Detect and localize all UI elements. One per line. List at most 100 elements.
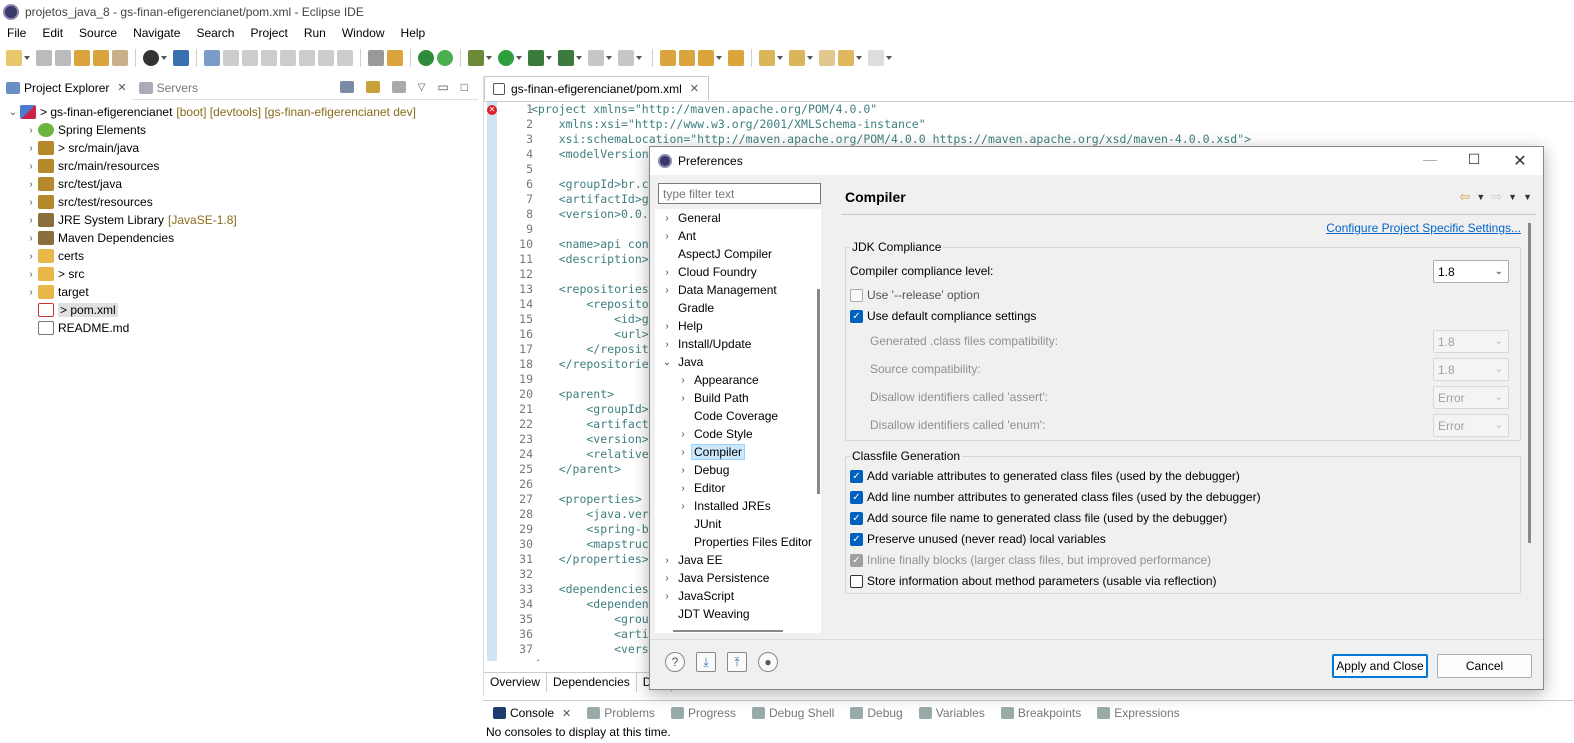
step-into-icon[interactable] <box>299 50 315 66</box>
open-type-icon[interactable] <box>74 50 90 66</box>
tab-overview[interactable]: Overview <box>484 673 548 692</box>
filter-input[interactable] <box>658 183 821 204</box>
chevron-right-icon[interactable]: › <box>24 125 38 136</box>
classfile-option-row[interactable]: ✓ Add source file name to generated class… <box>850 511 1227 525</box>
classfile-option-checkbox[interactable]: ✓ <box>850 511 863 525</box>
chevron-right-icon[interactable]: › <box>659 285 675 296</box>
chevron-right-icon[interactable]: › <box>675 465 691 476</box>
chevron-down-icon[interactable]: ⌄ <box>659 357 675 368</box>
oomph-icon[interactable]: ● <box>758 652 778 672</box>
tab-dependencies[interactable]: Dependencies <box>547 673 637 692</box>
pref-tree-item[interactable]: Properties Files Editor <box>655 533 821 551</box>
menu-search[interactable]: Search <box>188 26 242 40</box>
close-icon[interactable]: ✕ <box>690 82 699 95</box>
pref-tree-item[interactable]: AspectJ Compiler <box>655 245 821 263</box>
chevron-right-icon[interactable]: › <box>659 339 675 350</box>
chevron-right-icon[interactable]: › <box>659 213 675 224</box>
tree-item[interactable]: > pom.xml <box>0 301 478 319</box>
classfile-option-row[interactable]: ✓ Add line number attributes to generated… <box>850 490 1261 504</box>
chevron-right-icon[interactable]: › <box>24 179 38 190</box>
profile-icon[interactable] <box>143 50 159 66</box>
export-icon[interactable]: ⤒ <box>727 652 747 672</box>
coverage-icon[interactable] <box>528 50 544 66</box>
suspend-icon[interactable] <box>242 50 258 66</box>
tree-item[interactable]: › target <box>0 283 478 301</box>
help-icon[interactable]: ? <box>665 652 685 672</box>
chevron-right-icon[interactable]: › <box>675 447 691 458</box>
chevron-right-icon[interactable]: › <box>659 321 675 332</box>
resume-icon[interactable] <box>223 50 239 66</box>
view-menu-icon[interactable]: ▼ <box>1523 192 1532 205</box>
release-option-row[interactable]: Use '--release' option <box>850 288 980 302</box>
previous-annotation-icon[interactable] <box>789 50 805 66</box>
new-icon[interactable] <box>6 50 22 66</box>
default-settings-row[interactable]: ✓ Use default compliance settings <box>850 309 1036 323</box>
menu-navigate[interactable]: Navigate <box>125 26 188 40</box>
forward-icon[interactable] <box>868 50 884 66</box>
external-tools-icon[interactable] <box>558 50 574 66</box>
menu-file[interactable]: File <box>0 26 34 40</box>
minimize-icon[interactable]: — <box>1415 151 1445 167</box>
pref-tree-item[interactable]: › Installed JREs <box>655 497 821 515</box>
tree-item[interactable]: › src/test/resources <box>0 193 478 211</box>
link-editor-icon[interactable] <box>365 81 380 93</box>
chevron-right-icon[interactable]: › <box>24 269 38 280</box>
tree-horizontal-scrollbar[interactable] <box>673 630 783 632</box>
run-icon[interactable] <box>498 50 514 66</box>
back-icon[interactable]: ⇦ <box>1459 189 1470 205</box>
pref-tree-item[interactable]: › Cloud Foundry <box>655 263 821 281</box>
close-icon[interactable]: ✕ <box>562 707 571 720</box>
compliance-level-select[interactable]: 1.8 ⌄ <box>1433 260 1509 283</box>
chevron-right-icon[interactable]: › <box>24 287 38 298</box>
back-icon[interactable] <box>838 50 854 66</box>
chevron-right-icon[interactable]: › <box>675 483 691 494</box>
source-compat-select[interactable]: 1.8 ⌄ <box>1433 358 1509 381</box>
chevron-right-icon[interactable]: › <box>24 251 38 262</box>
pref-tree-item[interactable]: › Build Path <box>655 389 821 407</box>
chevron-right-icon[interactable]: › <box>24 197 38 208</box>
refresh-icon[interactable] <box>437 50 453 66</box>
pref-tree-item[interactable]: › Appearance <box>655 371 821 389</box>
scroll-left-icon[interactable] <box>534 659 539 661</box>
menu-run[interactable]: Run <box>296 26 334 40</box>
chevron-down-icon[interactable]: ⌄ <box>6 107 20 118</box>
apply-and-close-button[interactable]: Apply and Close <box>1332 654 1428 678</box>
chevron-right-icon[interactable]: › <box>24 215 38 226</box>
chevron-right-icon[interactable]: › <box>659 591 675 602</box>
tree-vertical-scrollbar[interactable] <box>817 289 820 494</box>
configure-project-specific-link[interactable]: Configure Project Specific Settings... <box>1326 221 1521 235</box>
editor-tab-pom[interactable]: gs-finan-efigerencianet/pom.xml ✕ <box>484 76 709 100</box>
minimize-icon[interactable]: ▭ <box>437 80 448 94</box>
collapse-all-icon[interactable] <box>339 81 354 93</box>
tree-item[interactable]: › Maven Dependencies <box>0 229 478 247</box>
pref-tree-item[interactable]: › Code Style <box>655 425 821 443</box>
step-return-icon[interactable] <box>337 50 353 66</box>
step-over-icon[interactable] <box>318 50 334 66</box>
chevron-right-icon[interactable]: › <box>675 393 691 404</box>
pref-tree-item[interactable]: › Java Persistence <box>655 569 821 587</box>
default-settings-checkbox[interactable]: ✓ <box>850 309 863 323</box>
generated-compat-select[interactable]: 1.8 ⌄ <box>1433 330 1509 353</box>
chevron-right-icon[interactable]: › <box>24 161 38 172</box>
pref-tree-item[interactable]: › JavaScript <box>655 587 821 605</box>
tree-item[interactable]: › Spring Elements <box>0 121 478 139</box>
back-menu-icon[interactable]: ▼ <box>1476 192 1485 205</box>
forward-icon[interactable]: ⇨ <box>1491 189 1502 205</box>
pref-tree-item[interactable]: Gradle <box>655 299 821 317</box>
tab-variables[interactable]: Variables <box>913 706 991 720</box>
skip-breakpoints-icon[interactable] <box>204 50 220 66</box>
tab-expressions[interactable]: Expressions <box>1091 706 1185 720</box>
tab-problems[interactable]: Problems <box>581 706 661 720</box>
cancel-button[interactable]: Cancel <box>1437 654 1532 678</box>
chevron-right-icon[interactable]: › <box>675 429 691 440</box>
chevron-right-icon[interactable]: › <box>659 573 675 584</box>
tab-project-explorer[interactable]: Project Explorer ✕ <box>0 75 133 100</box>
pref-tree-item[interactable]: › Compiler <box>655 443 821 461</box>
tab-console[interactable]: Console ✕ <box>487 706 577 720</box>
next-annotation-icon[interactable] <box>759 50 775 66</box>
tree-item[interactable]: README.md <box>0 319 478 337</box>
enum-select[interactable]: Error ⌄ <box>1433 414 1509 437</box>
disconnect-icon[interactable] <box>280 50 296 66</box>
filters-icon[interactable] <box>391 81 406 93</box>
view-menu-icon[interactable]: ▽ <box>418 82 426 93</box>
